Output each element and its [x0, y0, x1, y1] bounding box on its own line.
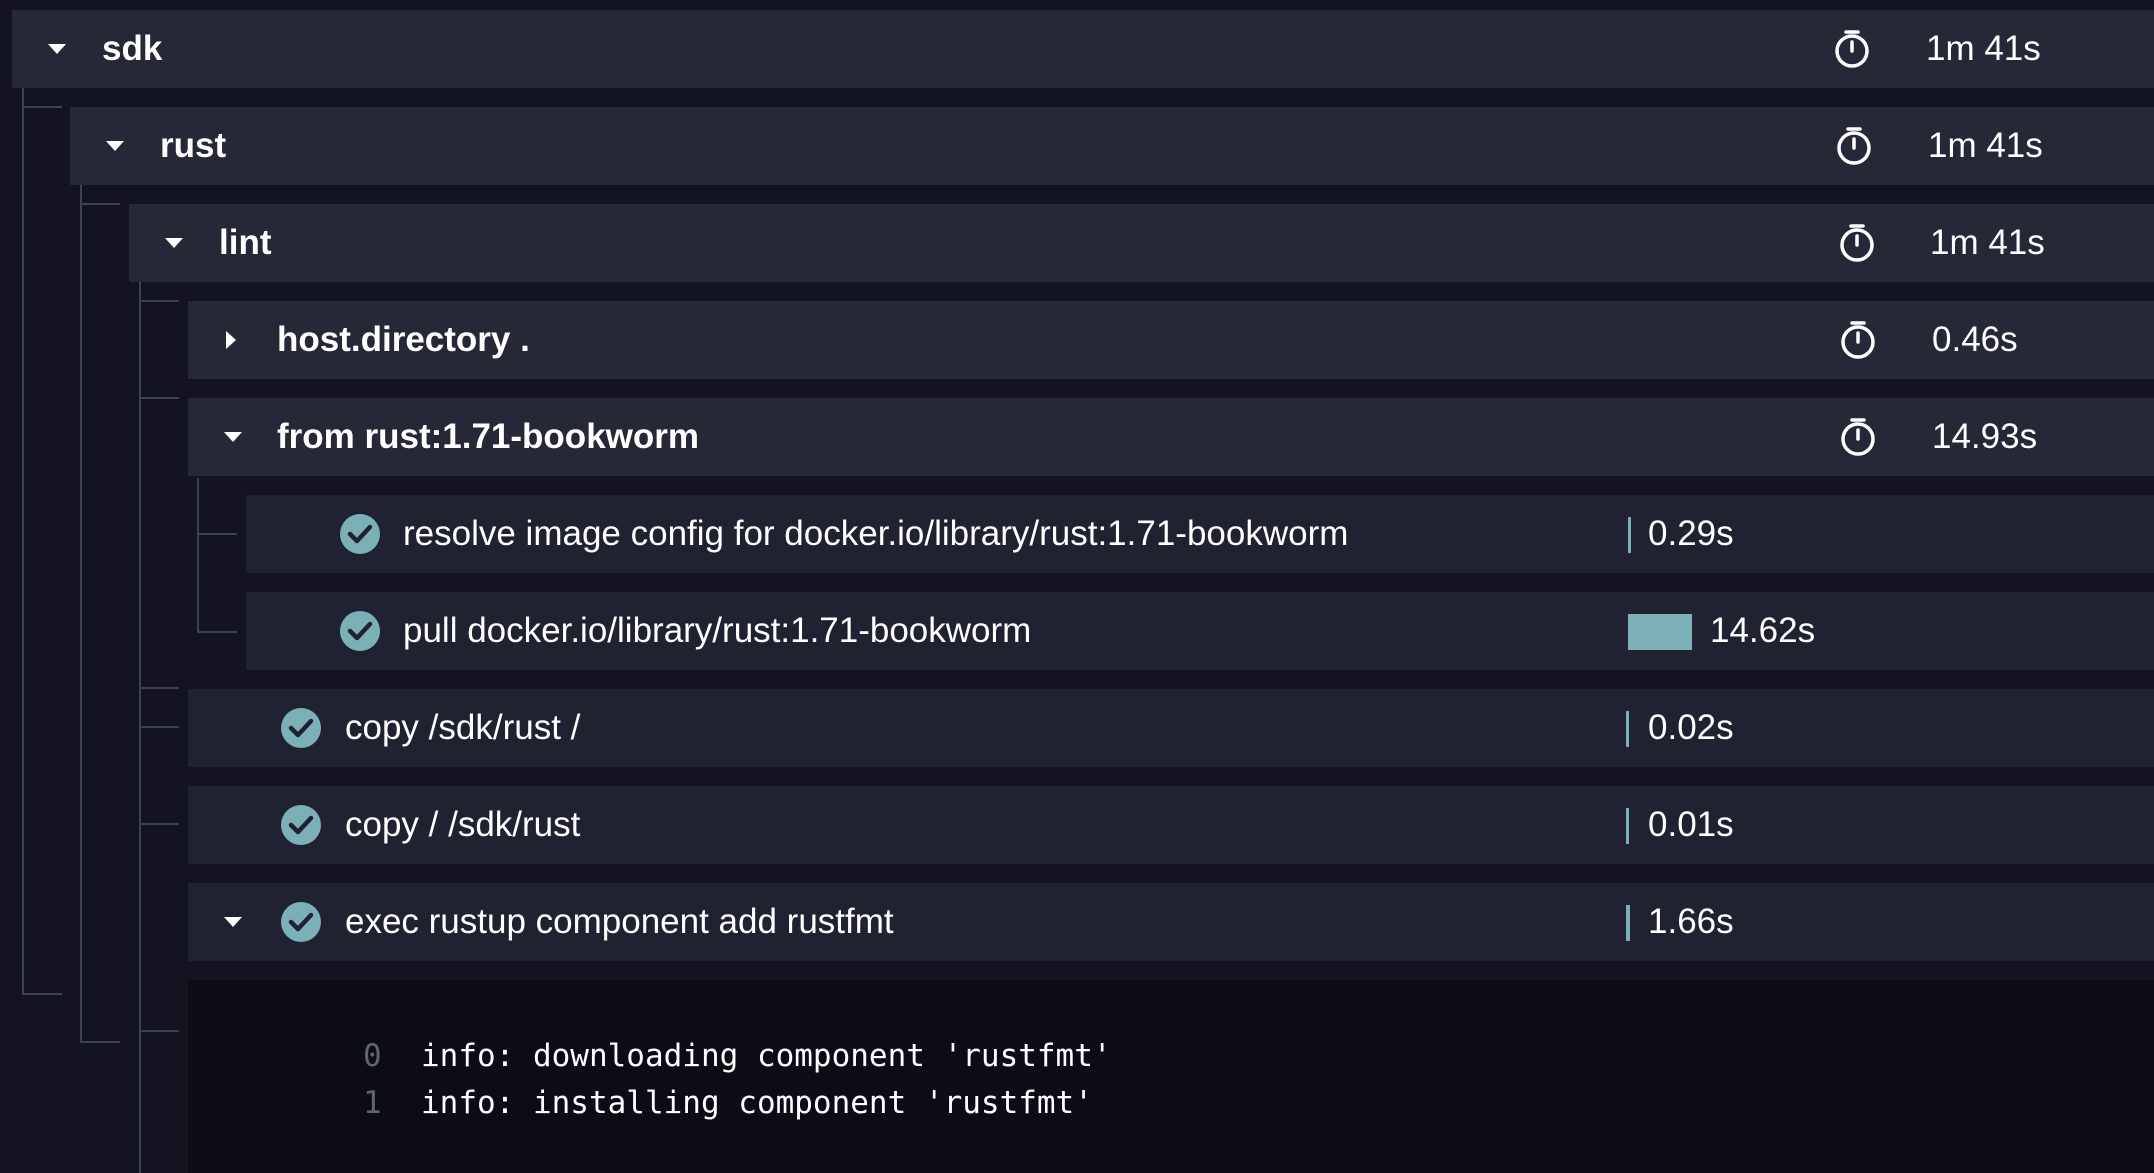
tree-row-from-image[interactable]: from rust:1.71-bookworm 14.93s: [188, 398, 2154, 476]
row-label: copy /sdk/rust /: [345, 708, 581, 747]
row-duration: 14.62s: [1710, 611, 1816, 650]
row-duration: 1m 41s: [1930, 223, 2045, 262]
row-duration: 0.29s: [1648, 514, 1734, 553]
stopwatch-icon: [1841, 418, 1875, 456]
tree-row-exec-rustup[interactable]: exec rustup component add rustfmt 1.66s: [188, 883, 2154, 961]
tree-guide: [197, 631, 237, 633]
row-label: pull docker.io/library/rust:1.71-bookwor…: [403, 611, 1032, 650]
check-circle-icon: [340, 611, 380, 651]
duration-bar: [1626, 905, 1630, 941]
tree-guide: [22, 106, 62, 108]
row-label: resolve image config for docker.io/libra…: [403, 514, 1349, 553]
tree-guide: [139, 726, 179, 728]
tree-guide: [80, 185, 82, 1041]
duration-bar: [1628, 614, 1692, 650]
log-line-number: 0: [363, 1038, 382, 1074]
duration-bar: [1626, 808, 1629, 844]
stopwatch-icon: [1841, 321, 1875, 359]
check-circle-icon: [281, 805, 321, 845]
stopwatch-icon: [1835, 30, 1869, 68]
tree-row-host-directory[interactable]: host.directory . 0.46s: [188, 301, 2154, 379]
tree-row-rust[interactable]: rust 1m 41s: [70, 107, 2154, 185]
tree-guide: [139, 1030, 179, 1032]
row-duration: 1.66s: [1648, 902, 1734, 941]
log-line-number: 1: [363, 1085, 382, 1121]
tree-guide: [197, 533, 237, 535]
row-label: sdk: [102, 29, 163, 68]
row-label: lint: [219, 223, 272, 262]
tree-guide: [139, 823, 179, 825]
tree-row-copy-root[interactable]: copy / /sdk/rust 0.01s: [188, 786, 2154, 864]
row-duration: 1m 41s: [1926, 29, 2041, 68]
tree-guide: [22, 88, 24, 993]
chevron-right-icon[interactable]: [226, 301, 236, 379]
tree-row-resolve-image-config[interactable]: resolve image config for docker.io/libra…: [246, 495, 2154, 573]
chevron-down-icon[interactable]: [224, 398, 242, 476]
duration-bar: [1628, 517, 1631, 553]
row-label: from rust:1.71-bookworm: [277, 417, 699, 456]
row-label: exec rustup component add rustfmt: [345, 902, 894, 941]
row-duration: 0.02s: [1648, 708, 1734, 747]
row-label: host.directory .: [277, 320, 530, 359]
check-circle-icon: [340, 514, 380, 554]
tree-guide: [80, 203, 120, 205]
log-line-text: info: downloading component 'rustfmt': [421, 1038, 1112, 1074]
chevron-down-icon[interactable]: [106, 107, 124, 185]
row-duration: 0.46s: [1932, 320, 2018, 359]
stopwatch-icon: [1837, 127, 1871, 165]
duration-bar: [1626, 711, 1629, 747]
row-label: rust: [160, 126, 227, 165]
row-label: copy / /sdk/rust: [345, 805, 581, 844]
log-output[interactable]: 0 info: downloading component 'rustfmt' …: [188, 980, 2154, 1173]
chevron-down-icon[interactable]: [165, 204, 183, 282]
chevron-down-icon[interactable]: [224, 883, 242, 961]
chevron-down-icon[interactable]: [48, 10, 66, 88]
tree-guide: [22, 993, 62, 995]
log-line-text: info: installing component 'rustfmt': [421, 1085, 1093, 1121]
tree-guide: [80, 1041, 120, 1043]
tree-row-lint[interactable]: lint 1m 41s: [129, 204, 2154, 282]
tree-guide: [197, 478, 199, 633]
row-duration: 1m 41s: [1928, 126, 2043, 165]
tree-guide: [139, 687, 179, 689]
tree-row-pull-image[interactable]: pull docker.io/library/rust:1.71-bookwor…: [246, 592, 2154, 670]
tree-row-sdk[interactable]: sdk 1m 41s: [12, 10, 2154, 88]
stopwatch-icon: [1840, 224, 1874, 262]
tree-guide: [139, 300, 179, 302]
tree-row-copy-sdk-rust[interactable]: copy /sdk/rust / 0.02s: [188, 689, 2154, 767]
tree-guide: [139, 397, 179, 399]
row-duration: 14.93s: [1932, 417, 2038, 456]
check-circle-icon: [281, 902, 321, 942]
row-duration: 0.01s: [1648, 805, 1734, 844]
check-circle-icon: [281, 708, 321, 748]
